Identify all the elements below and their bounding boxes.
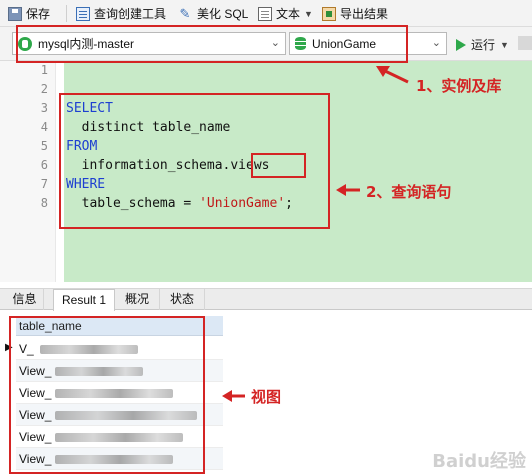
- annotation-views: 视图: [251, 388, 282, 406]
- arrow-head: [336, 184, 346, 196]
- annotation-query: 2、查询语句: [366, 183, 452, 201]
- watermark: Baidu经验: [432, 451, 526, 472]
- annotation-instance-db: 1、实例及库: [416, 77, 502, 95]
- arrow-head: [222, 390, 232, 402]
- arrow-line: [382, 68, 409, 84]
